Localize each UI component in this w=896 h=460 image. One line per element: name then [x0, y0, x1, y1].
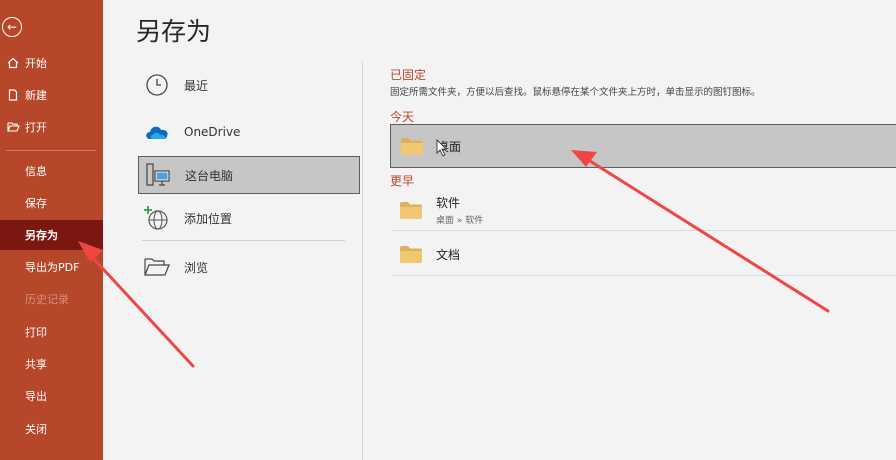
backstage-sidebar: ← 开始 新建 打开 信息 保存 另存为 导出为PDF 历史记录 打印 共享 导…	[0, 0, 103, 460]
sidebar-item-print[interactable]: 打印	[0, 317, 103, 347]
sidebar-item-save[interactable]: 保存	[0, 188, 103, 218]
earlier-heading: 更早	[390, 174, 415, 188]
page-title: 另存为	[136, 17, 212, 46]
location-this-pc[interactable]: 这台电脑	[138, 156, 360, 194]
home-icon	[6, 56, 20, 70]
sidebar-item-label: 新建	[25, 89, 47, 102]
location-onedrive[interactable]: OneDrive	[138, 113, 360, 151]
today-heading: 今天	[390, 110, 415, 124]
sidebar-item-close[interactable]: 关闭	[0, 414, 103, 444]
location-label: 添加位置	[184, 211, 233, 226]
sidebar-item-history: 历史记录	[0, 284, 103, 314]
globe-add-icon	[143, 204, 171, 232]
sidebar-item-export-pdf[interactable]: 导出为PDF	[0, 252, 103, 282]
sidebar-item-share[interactable]: 共享	[0, 349, 103, 379]
cloud-icon	[143, 118, 171, 146]
sidebar-item-label: 保存	[25, 197, 47, 210]
row-divider	[392, 275, 896, 276]
folder-name: 软件	[436, 196, 461, 210]
folder-icon	[400, 245, 422, 263]
sidebar-item-label: 关闭	[25, 423, 47, 436]
folder-open-icon	[143, 253, 171, 281]
folder-icon	[401, 137, 423, 155]
open-folder-icon	[6, 120, 20, 134]
location-label: OneDrive	[184, 125, 241, 139]
panel-separator	[362, 62, 363, 460]
sidebar-item-export[interactable]: 导出	[0, 381, 103, 411]
folder-name: 文档	[436, 247, 461, 262]
location-browse[interactable]: 浏览	[138, 248, 360, 286]
pinned-heading: 已固定	[390, 68, 427, 82]
location-label: 浏览	[184, 260, 209, 275]
folder-name: 桌面	[437, 139, 462, 154]
location-recent[interactable]: 最近	[138, 66, 360, 104]
sidebar-item-new[interactable]: 新建	[0, 80, 103, 110]
row-divider	[392, 230, 896, 231]
sidebar-item-label: 打开	[25, 121, 47, 134]
location-label: 最近	[184, 78, 209, 93]
sidebar-item-label: 打印	[25, 326, 47, 339]
folder-row-desktop[interactable]: 桌面	[390, 124, 896, 168]
sidebar-item-save-as[interactable]: 另存为	[0, 220, 103, 250]
sidebar-item-label: 导出为PDF	[25, 261, 80, 274]
sidebar-item-label: 开始	[25, 57, 47, 70]
sidebar-item-open[interactable]: 打开	[0, 112, 103, 142]
back-arrow-icon[interactable]: ←	[2, 17, 22, 37]
sidebar-item-label: 信息	[25, 165, 47, 178]
folder-row-documents[interactable]: 文档	[390, 232, 896, 276]
location-add-place[interactable]: 添加位置	[138, 199, 360, 237]
location-divider	[142, 240, 345, 241]
new-document-icon	[6, 88, 20, 102]
sidebar-item-label: 共享	[25, 358, 47, 371]
folder-icon	[400, 201, 422, 219]
sidebar-item-home[interactable]: 开始	[0, 48, 103, 78]
location-label: 这台电脑	[185, 168, 234, 183]
computer-icon	[144, 161, 172, 189]
sidebar-divider	[6, 150, 96, 151]
sidebar-item-info[interactable]: 信息	[0, 156, 103, 186]
sidebar-item-label: 历史记录	[25, 293, 69, 306]
pinned-description: 固定所需文件夹，方便以后查找。鼠标悬停在某个文件夹上方时，单击显示的图钉图标。	[390, 87, 761, 98]
clock-icon	[143, 71, 171, 99]
sidebar-item-label: 另存为	[25, 229, 58, 242]
folder-row-software[interactable]: 软件 桌面 » 软件	[390, 188, 896, 232]
folder-path: 桌面 » 软件	[436, 216, 484, 226]
sidebar-item-label: 导出	[25, 390, 47, 403]
